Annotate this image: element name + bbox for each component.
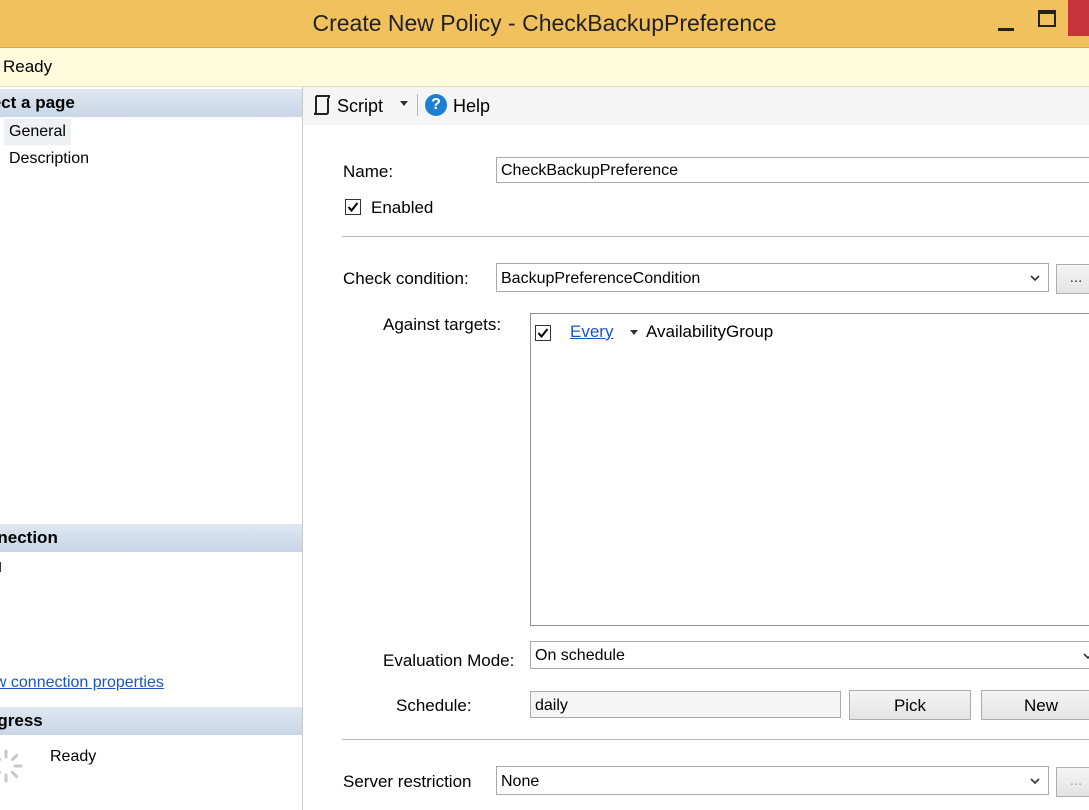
status-text: Ready [3,57,53,76]
server-restriction-label: Server restriction [343,772,472,791]
connection-header: nnection [0,524,302,552]
check-condition-label: Check condition: [343,269,469,288]
close-button[interactable] [1068,0,1089,36]
connection-icon [0,562,1,572]
schedule-label: Schedule: [396,696,472,715]
check-condition-select[interactable]: BackupPreferenceCondition [496,263,1049,292]
check-condition-value: BackupPreferenceCondition [501,270,701,287]
help-icon[interactable]: ? [425,94,447,116]
maximize-icon [1038,10,1056,27]
server-restriction-select[interactable]: None [496,766,1049,795]
select-page-header: lect a page [0,89,302,117]
target-quantifier-link[interactable]: Every [570,322,613,342]
page-item-description[interactable]: Description [4,146,94,172]
server-restriction-browse-button[interactable]: ... [1056,767,1089,797]
evaluation-mode-value: On schedule [535,647,625,664]
evaluation-mode-select[interactable]: On schedule [530,641,1089,669]
schedule-field[interactable]: daily [530,691,841,718]
progress-header: ogress [0,707,302,735]
view-connection-properties-link[interactable]: ew connection properties [0,674,164,692]
target-checkbox[interactable] [535,325,551,341]
name-input[interactable]: CheckBackupPreference [496,157,1089,183]
chevron-down-icon [1030,275,1040,282]
help-button[interactable]: Help [453,92,490,120]
check-condition-browse-button[interactable]: ... [1056,264,1089,294]
minimize-icon [998,28,1014,31]
maximize-button[interactable] [1032,6,1062,36]
chevron-down-icon[interactable] [400,101,408,107]
targets-list [530,313,1089,626]
toolbar [303,87,1089,125]
name-label: Name: [343,162,394,181]
evaluation-mode-label: Evaluation Mode: [383,651,515,670]
enabled-label: Enabled [371,198,434,217]
checkmark-icon [537,328,549,339]
pick-button[interactable]: Pick [849,690,971,720]
page-item-general[interactable]: General [4,119,71,145]
checkmark-icon [347,202,359,213]
chevron-down-icon [1083,653,1089,660]
window-title: Create New Policy - CheckBackupPreferenc… [312,10,777,36]
progress-status: Ready [50,748,97,765]
script-button[interactable]: Script [337,92,383,120]
chevron-down-icon [1030,778,1040,785]
left-panel: lect a page General Description nnection… [0,87,303,810]
divider [342,236,1089,237]
toolbar-separator [417,94,418,116]
divider [342,739,1089,740]
status-bar [0,48,1089,87]
script-icon[interactable] [312,94,332,116]
target-type: AvailabilityGroup [646,322,774,341]
enabled-checkbox[interactable] [345,199,361,215]
against-targets-label: Against targets: [383,315,502,334]
new-button[interactable]: New [981,690,1089,720]
server-restriction-value: None [501,773,540,790]
minimize-button[interactable] [992,8,1022,38]
chevron-down-icon[interactable] [630,330,638,336]
progress-spinner-icon [0,749,23,783]
